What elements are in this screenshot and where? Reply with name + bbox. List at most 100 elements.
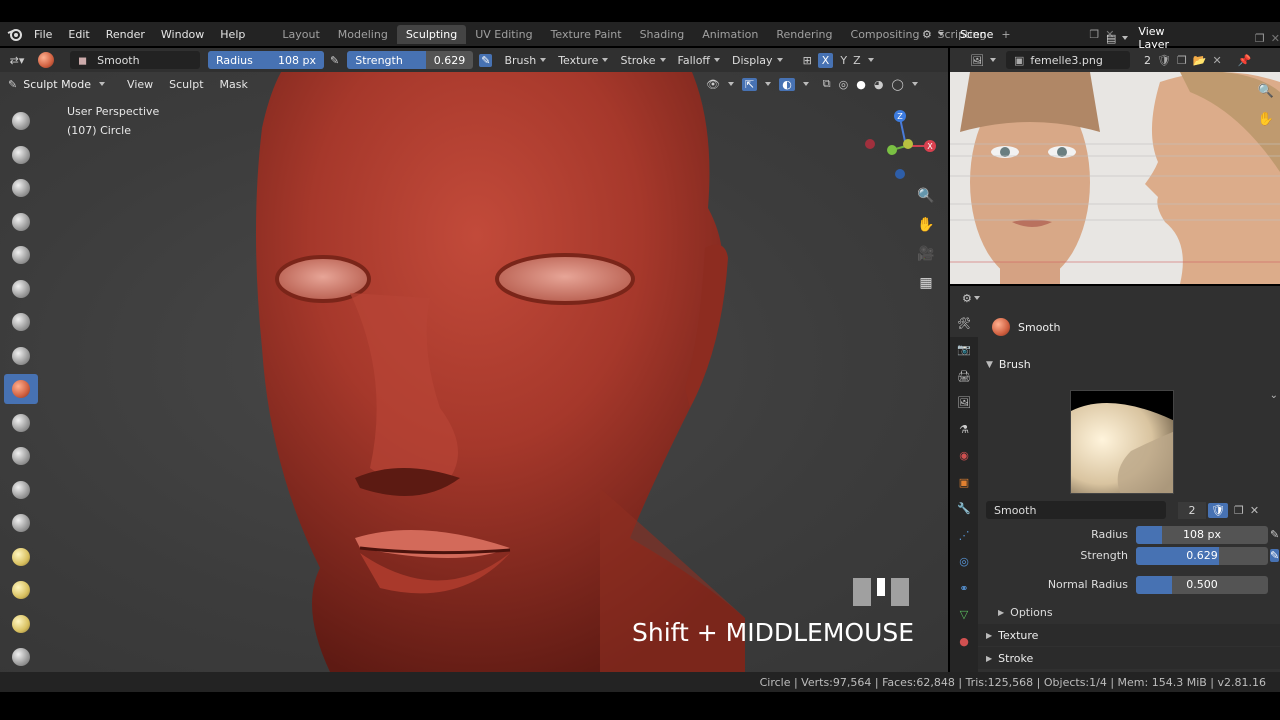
strength-prop-slider[interactable]: 0.629 [1136,547,1268,565]
falloff-dropdown[interactable]: Falloff [672,54,726,67]
scene-selector[interactable]: ⚙ Scene ❐ ✕ [922,25,1115,43]
tab-world[interactable]: ◉ [950,443,978,470]
strength-pressure-icon[interactable]: ✎ [1270,549,1280,562]
tab-render[interactable]: 📷 [950,337,978,364]
pin-icon[interactable]: 📌 [1238,54,1252,67]
smooth-brush-tool[interactable] [4,374,38,404]
tab-compositing[interactable]: Compositing [842,25,929,44]
tab-scene[interactable]: ⚗ [950,416,978,443]
tab-rendering[interactable]: Rendering [767,25,841,44]
layer-brush-tool[interactable] [4,207,38,237]
snake-hook-tool[interactable] [4,542,38,572]
camera-icon[interactable]: 🎥 [914,242,938,266]
tab-modifiers[interactable]: 🔧 [950,496,978,523]
thumb-brush-tool[interactable] [4,575,38,605]
zoom-icon[interactable]: 🔍 [914,184,938,208]
tab-particles[interactable]: ⋰ [950,522,978,549]
duplicate-brush-icon[interactable]: ❐ [1234,504,1244,517]
tab-sculpting[interactable]: Sculpting [396,24,467,44]
normal-radius-slider[interactable]: 0.500 [1136,576,1268,594]
tab-object[interactable]: ▣ [950,469,978,496]
tab-modeling[interactable]: Modeling [329,25,397,44]
radius-pressure-icon[interactable]: ✎ [330,54,339,67]
clay-strips-tool[interactable] [4,173,38,203]
gizmo-toggle-icon[interactable]: ⇱ [741,77,758,91]
zoom-icon[interactable]: 🔍 [1258,84,1274,99]
navigation-gizmo[interactable]: Z X [862,106,938,182]
fill-brush-tool[interactable] [4,408,38,438]
menu-edit[interactable]: Edit [60,28,97,41]
mode-selector[interactable]: Sculpt Mode [23,78,91,91]
blender-logo-icon[interactable] [4,24,26,44]
tab-shading[interactable]: Shading [631,25,694,44]
neg-z-axis-handle[interactable] [895,169,905,179]
menu-render[interactable]: Render [98,28,153,41]
symmetry-x-toggle[interactable]: X [817,52,834,68]
unlink-brush-icon[interactable]: ✕ [1250,504,1259,517]
solid-shading-icon[interactable]: ● [856,78,866,91]
menu-view[interactable]: View [119,78,161,91]
rendered-shading-icon[interactable]: ◯ [891,78,903,91]
brush-preview-thumbnail[interactable] [1070,390,1174,494]
inflate-brush-tool[interactable] [4,240,38,270]
tab-output[interactable]: 🖨 [950,363,978,390]
material-shading-icon[interactable]: ◕ [874,78,884,91]
image-editor-type-icon[interactable]: 🖼 [970,54,984,67]
chevron-down-icon[interactable] [765,82,772,86]
overlays-toggle-icon[interactable]: ◐ [779,77,795,91]
tab-uv-editing[interactable]: UV Editing [466,25,541,44]
display-dropdown[interactable]: Display [726,54,789,67]
fake-user-shield-icon[interactable]: 🛡 [1208,502,1228,518]
fake-user-icon[interactable]: 🛡 [1157,54,1171,67]
new-image-icon[interactable]: ❐ [1177,54,1187,67]
wireframe-shading-icon[interactable]: ◎ [839,78,849,91]
tab-constraints[interactable]: ⚭ [950,575,978,602]
remove-view-layer-icon[interactable]: ✕ [1271,32,1280,45]
strength-slider[interactable]: Strength 0.629 [347,51,474,69]
chevron-down-icon[interactable] [911,82,918,86]
tab-animation[interactable]: Animation [693,25,767,44]
y-axis-handle[interactable] [887,145,897,155]
tab-physics[interactable]: ◎ [950,549,978,576]
nudge-brush-tool[interactable] [4,609,38,639]
new-scene-icon[interactable]: ❐ [1089,28,1099,41]
smooth-brush-tool-2[interactable] [4,341,38,371]
texture-panel-header[interactable]: ▶ Texture [978,624,1280,646]
crease-brush-tool[interactable] [4,307,38,337]
chevron-down-icon[interactable]: ⌄ [1270,390,1278,401]
menu-file[interactable]: File [26,28,60,41]
brush-datablock-field[interactable]: Smooth [986,501,1166,519]
grab-brush-tool[interactable] [4,508,38,538]
chevron-down-icon[interactable] [802,82,809,86]
scrape-brush-tool[interactable] [4,441,38,471]
chevron-down-icon[interactable] [989,58,996,62]
tab-layout[interactable]: Layout [273,25,328,44]
texture-dropdown[interactable]: Texture [552,54,614,67]
stroke-panel-header[interactable]: ▶ Stroke [978,647,1280,669]
rotate-brush-tool[interactable] [4,642,38,672]
clay-brush-tool[interactable] [4,140,38,170]
symmetry-z-toggle[interactable]: Z [850,53,864,68]
options-subpanel[interactable]: ▶ Options [998,606,1053,619]
tool-options-icon[interactable]: ⇄▾ [0,54,34,67]
radius-pressure-icon[interactable]: ✎ [1270,528,1279,541]
menu-mask[interactable]: Mask [212,78,256,91]
brush-dropdown[interactable]: Brush [498,54,552,67]
open-image-icon[interactable]: 📂 [1193,54,1207,67]
radius-prop-slider[interactable]: 108 px [1136,526,1268,544]
symmetry-y-toggle[interactable]: Y [837,53,850,68]
tab-material[interactable]: ● [950,628,978,655]
menu-help[interactable]: Help [212,28,253,41]
neg-y-axis-handle[interactable] [903,139,913,149]
new-view-layer-icon[interactable]: ❐ [1255,32,1265,45]
view-object-types-icon[interactable]: 👁 [706,78,720,91]
pan-hand-icon[interactable]: ✋ [1258,112,1274,127]
menu-window[interactable]: Window [153,28,212,41]
chevron-down-icon[interactable] [867,58,874,62]
brush-panel-header[interactable]: ▼ Brush [986,358,1031,371]
symmetry-icon[interactable]: ⊞ [803,54,812,67]
image-selector[interactable]: ▣ femelle3.png [1005,51,1130,69]
draw-brush-tool[interactable] [4,106,38,136]
tab-texture-paint[interactable]: Texture Paint [542,25,631,44]
brush-users-count[interactable]: 2 [1178,501,1206,519]
